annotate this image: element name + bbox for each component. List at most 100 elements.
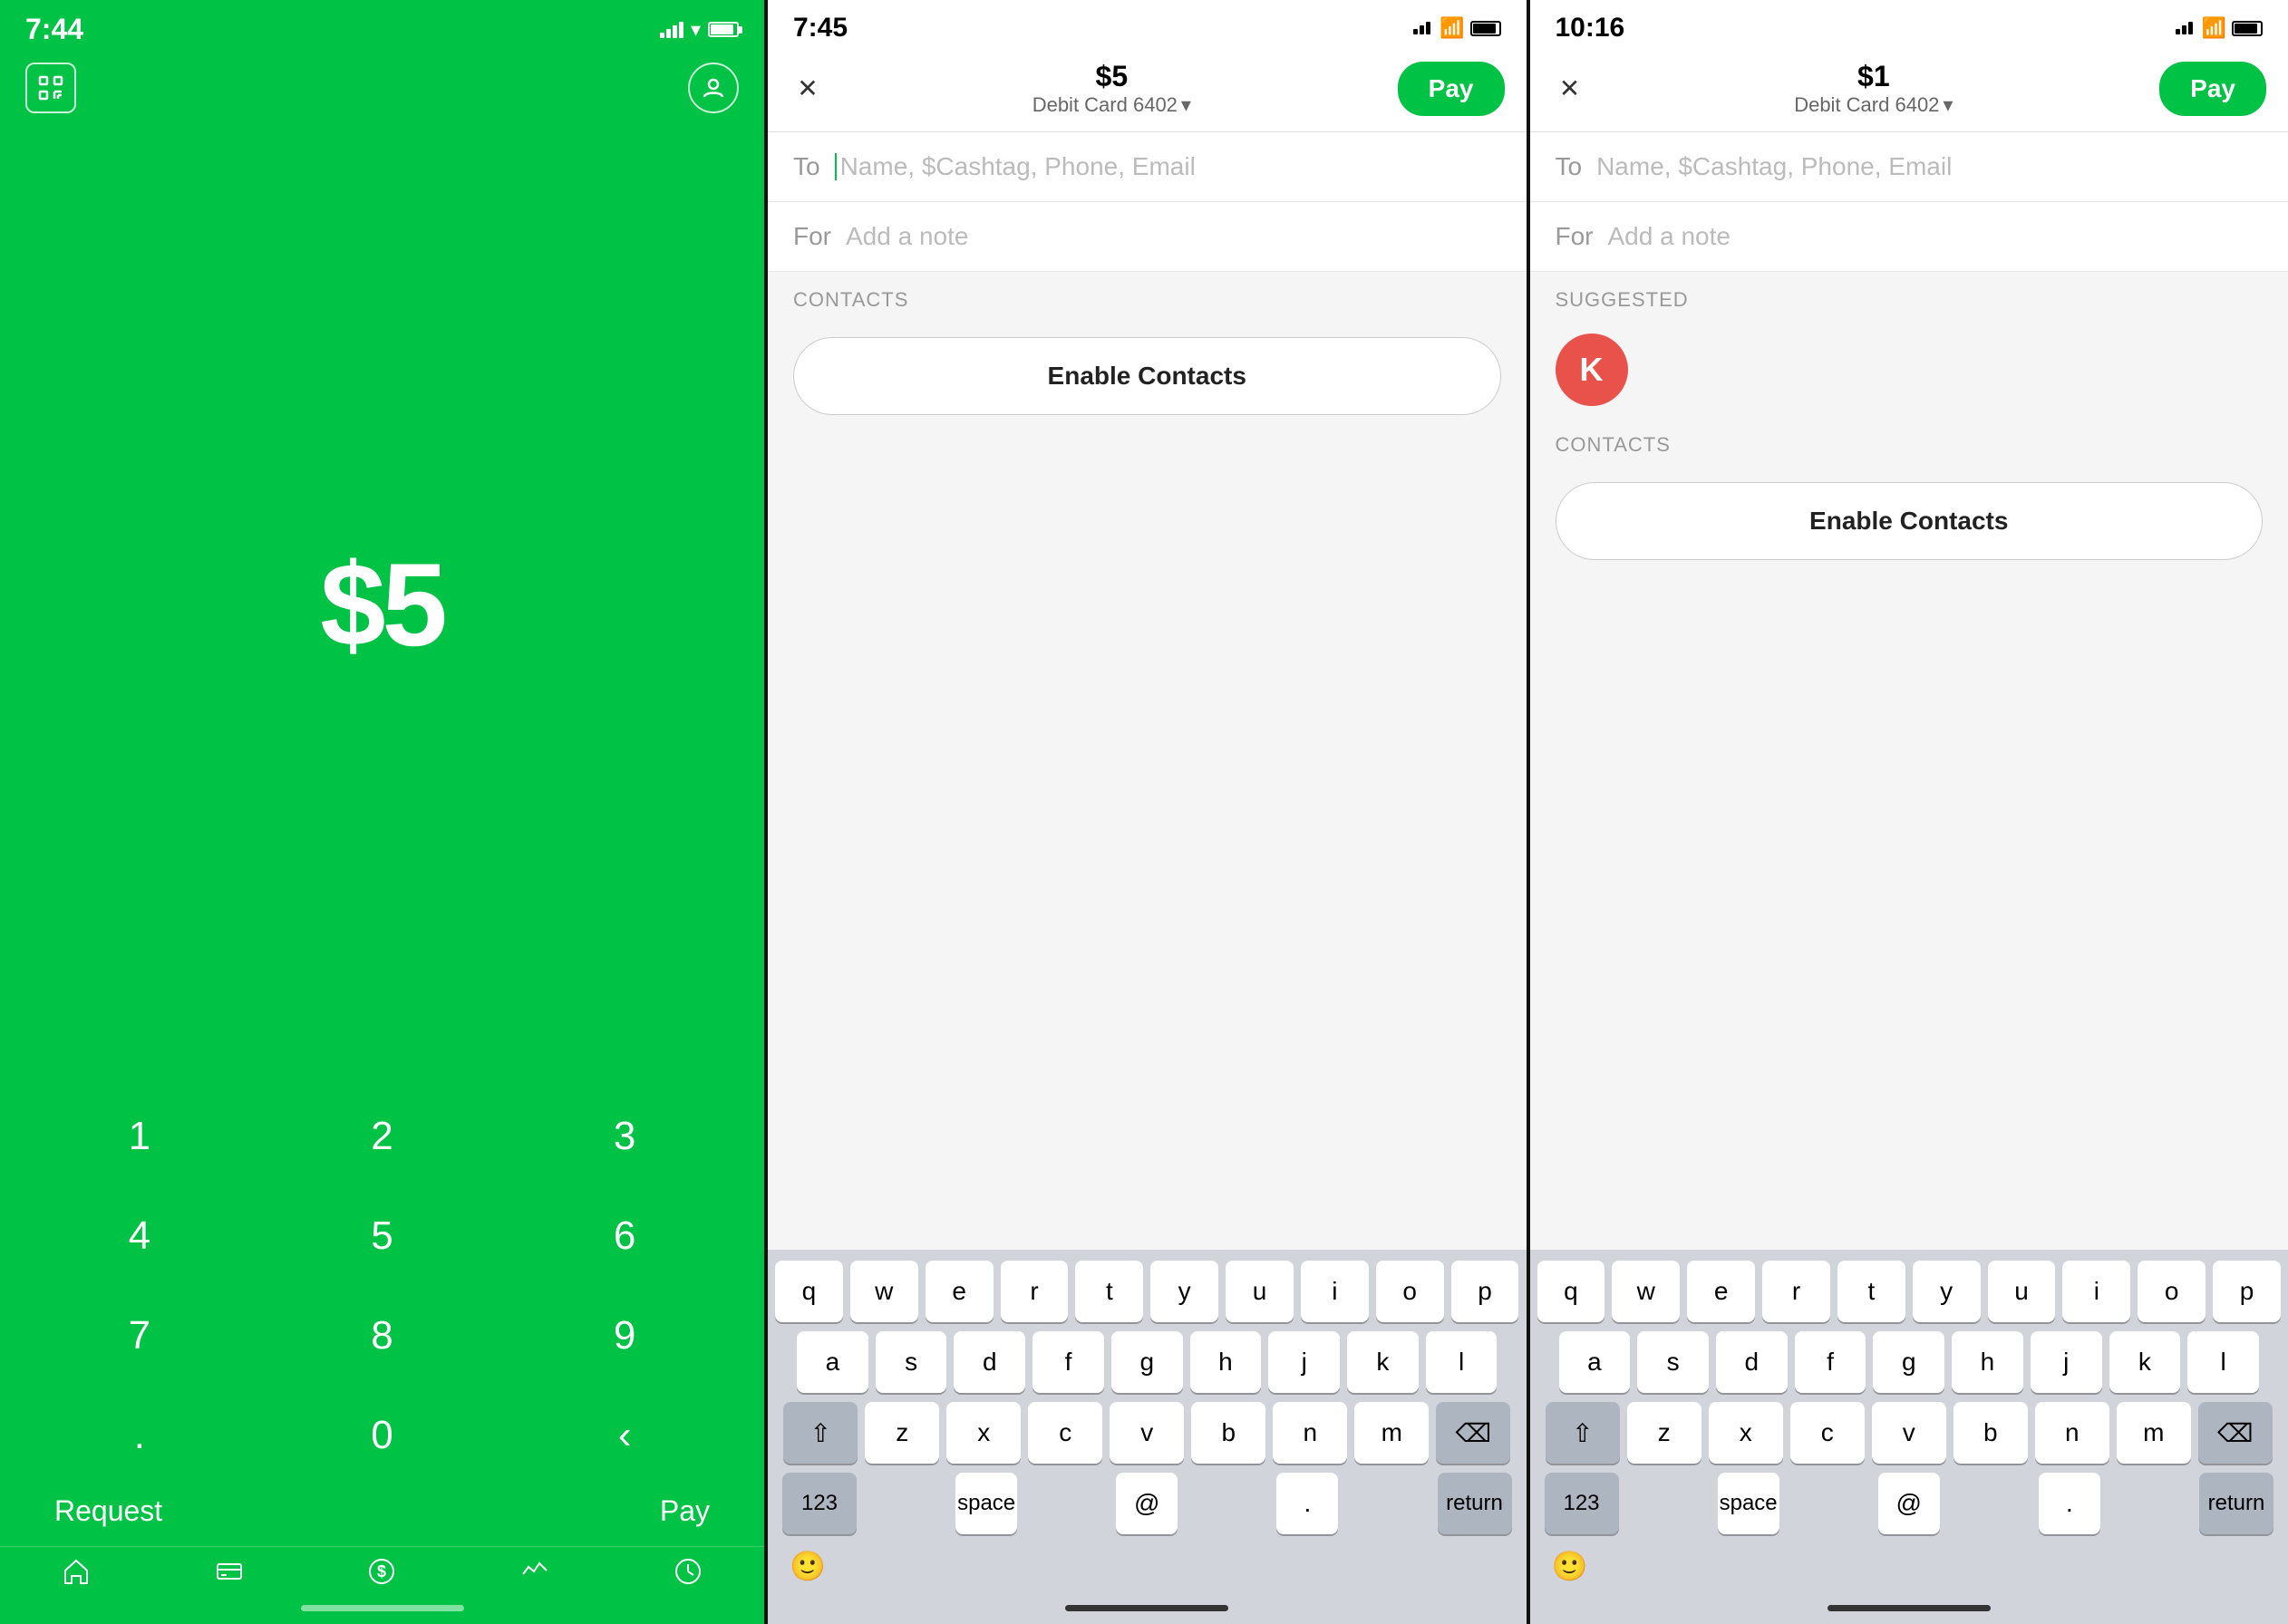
kb-dot-s3[interactable]: .: [2039, 1473, 2100, 1534]
kb-at-s2[interactable]: @: [1116, 1473, 1178, 1534]
numpad-key-3[interactable]: 3: [503, 1087, 746, 1186]
nav-home[interactable]: [61, 1556, 92, 1587]
kb-o-s3[interactable]: o: [2138, 1261, 2206, 1322]
nav-card[interactable]: [214, 1556, 245, 1587]
kb-u-s2[interactable]: u: [1226, 1261, 1294, 1322]
kb-d-s2[interactable]: d: [954, 1331, 1025, 1393]
kb-a-s3[interactable]: a: [1559, 1331, 1631, 1393]
kb-y-s3[interactable]: y: [1913, 1261, 1981, 1322]
kb-f-s2[interactable]: f: [1033, 1331, 1104, 1393]
to-row-s3[interactable]: To Name, $Cashtag, Phone, Email: [1530, 132, 2288, 202]
kb-r-s2[interactable]: r: [1001, 1261, 1069, 1322]
kb-t-s2[interactable]: t: [1075, 1261, 1143, 1322]
kb-k-s2[interactable]: k: [1347, 1331, 1419, 1393]
numpad-key-6[interactable]: 6: [503, 1186, 746, 1286]
kb-num-s2[interactable]: 123: [782, 1473, 857, 1534]
kb-shift-s2[interactable]: ⇧: [783, 1402, 858, 1464]
kb-dot-s2[interactable]: .: [1276, 1473, 1338, 1534]
kb-o-s2[interactable]: o: [1376, 1261, 1444, 1322]
enable-contacts-button-s2[interactable]: Enable Contacts: [793, 337, 1501, 415]
kb-m-s2[interactable]: m: [1354, 1402, 1429, 1464]
kb-backspace-s2[interactable]: ⌫: [1436, 1402, 1510, 1464]
kb-r-s3[interactable]: r: [1762, 1261, 1830, 1322]
numpad-key-7[interactable]: 7: [18, 1286, 261, 1386]
kb-l-s2[interactable]: l: [1426, 1331, 1498, 1393]
kb-z-s3[interactable]: z: [1627, 1402, 1701, 1464]
kb-space-s3[interactable]: space: [1718, 1473, 1779, 1534]
kb-w-s3[interactable]: w: [1612, 1261, 1680, 1322]
header-card-s2[interactable]: Debit Card 6402 ▾: [1033, 93, 1191, 117]
kb-u-s3[interactable]: u: [1988, 1261, 2056, 1322]
kb-b-s2[interactable]: b: [1191, 1402, 1265, 1464]
kb-g-s3[interactable]: g: [1873, 1331, 1944, 1393]
numpad-key-0[interactable]: 0: [261, 1386, 504, 1485]
kb-n-s3[interactable]: n: [2035, 1402, 2109, 1464]
kb-q-s3[interactable]: q: [1537, 1261, 1605, 1322]
kb-v-s2[interactable]: v: [1110, 1402, 1184, 1464]
scan-icon[interactable]: [25, 63, 76, 113]
kb-space-s2[interactable]: space: [955, 1473, 1017, 1534]
kb-y-s2[interactable]: y: [1150, 1261, 1218, 1322]
kb-m-s3[interactable]: m: [2117, 1402, 2191, 1464]
numpad-key-dot[interactable]: .: [18, 1386, 261, 1485]
kb-s-s2[interactable]: s: [876, 1331, 947, 1393]
pay-button-s3[interactable]: Pay: [2159, 62, 2266, 116]
kb-return-s2[interactable]: return: [1438, 1473, 1512, 1534]
kb-p-s2[interactable]: p: [1451, 1261, 1519, 1322]
kb-j-s3[interactable]: j: [2031, 1331, 2102, 1393]
numpad-key-9[interactable]: 9: [503, 1286, 746, 1386]
suggested-avatar-s3[interactable]: K: [1556, 334, 1628, 406]
kb-x-s3[interactable]: x: [1709, 1402, 1783, 1464]
kb-c-s3[interactable]: c: [1790, 1402, 1865, 1464]
kb-h-s2[interactable]: h: [1190, 1331, 1262, 1393]
kb-at-s3[interactable]: @: [1878, 1473, 1940, 1534]
emoji-icon-s3[interactable]: 🙂: [1552, 1549, 1588, 1583]
kb-e-s2[interactable]: e: [926, 1261, 994, 1322]
nav-dollar[interactable]: $: [366, 1556, 397, 1587]
numpad-key-4[interactable]: 4: [18, 1186, 261, 1286]
kb-e-s3[interactable]: e: [1687, 1261, 1755, 1322]
numpad-key-backspace[interactable]: ‹: [503, 1386, 746, 1485]
kb-w-s2[interactable]: w: [850, 1261, 918, 1322]
kb-h-s3[interactable]: h: [1952, 1331, 2023, 1393]
profile-icon-s1[interactable]: [688, 63, 739, 113]
kb-f-s3[interactable]: f: [1795, 1331, 1866, 1393]
for-row-s2[interactable]: For Add a note: [768, 202, 1527, 272]
kb-backspace-s3[interactable]: ⌫: [2198, 1402, 2273, 1464]
close-button-s2[interactable]: ✕: [790, 71, 826, 107]
pay-button-s2[interactable]: Pay: [1398, 62, 1505, 116]
emoji-icon-s2[interactable]: 🙂: [790, 1549, 826, 1583]
kb-t-s3[interactable]: t: [1837, 1261, 1905, 1322]
kb-p-s3[interactable]: p: [2213, 1261, 2281, 1322]
kb-s-s3[interactable]: s: [1637, 1331, 1709, 1393]
kb-b-s3[interactable]: b: [1954, 1402, 2028, 1464]
kb-q-s2[interactable]: q: [775, 1261, 843, 1322]
kb-shift-s3[interactable]: ⇧: [1546, 1402, 1620, 1464]
close-button-s3[interactable]: ✕: [1552, 71, 1588, 107]
kb-c-s2[interactable]: c: [1028, 1402, 1102, 1464]
for-row-s3[interactable]: For Add a note: [1530, 202, 2288, 272]
kb-d-s3[interactable]: d: [1716, 1331, 1788, 1393]
kb-n-s2[interactable]: n: [1273, 1402, 1347, 1464]
numpad-key-8[interactable]: 8: [261, 1286, 504, 1386]
kb-l-s3[interactable]: l: [2187, 1331, 2259, 1393]
kb-return-s3[interactable]: return: [2199, 1473, 2273, 1534]
kb-k-s3[interactable]: k: [2109, 1331, 2181, 1393]
numpad-key-1[interactable]: 1: [18, 1087, 261, 1186]
kb-z-s2[interactable]: z: [865, 1402, 939, 1464]
kb-v-s3[interactable]: v: [1872, 1402, 1946, 1464]
pay-button-s1[interactable]: Pay: [660, 1494, 710, 1528]
numpad-key-5[interactable]: 5: [261, 1186, 504, 1286]
numpad-key-2[interactable]: 2: [261, 1087, 504, 1186]
kb-x-s2[interactable]: x: [946, 1402, 1021, 1464]
enable-contacts-button-s3[interactable]: Enable Contacts: [1556, 482, 2264, 560]
kb-a-s2[interactable]: a: [797, 1331, 868, 1393]
request-button[interactable]: Request: [54, 1494, 162, 1528]
to-row-s2[interactable]: To Name, $Cashtag, Phone, Email: [768, 132, 1527, 202]
kb-j-s2[interactable]: j: [1268, 1331, 1340, 1393]
nav-activity[interactable]: [519, 1556, 550, 1587]
header-card-s3[interactable]: Debit Card 6402 ▾: [1794, 93, 1953, 117]
kb-g-s2[interactable]: g: [1111, 1331, 1183, 1393]
kb-i-s3[interactable]: i: [2062, 1261, 2130, 1322]
kb-i-s2[interactable]: i: [1301, 1261, 1369, 1322]
